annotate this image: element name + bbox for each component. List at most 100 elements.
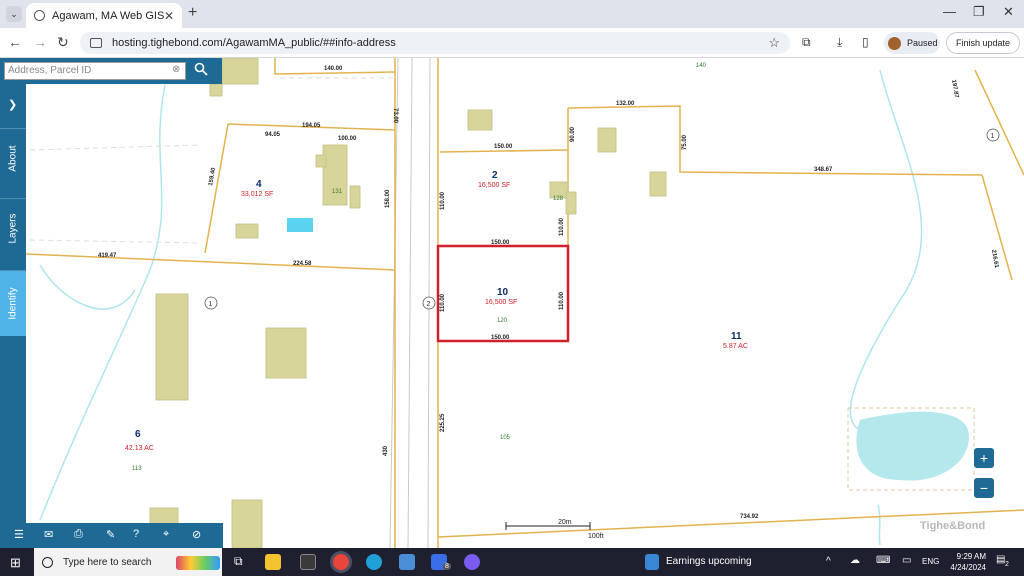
forward-icon[interactable]: → — [33, 34, 47, 50]
file-explorer-icon[interactable] — [265, 554, 281, 570]
url-field[interactable]: hosting.tighebond.com/AgawamMA_public/##… — [80, 32, 790, 54]
dimension-label: 194.05 — [302, 123, 321, 129]
close-icon[interactable]: ✕ — [164, 9, 174, 23]
route-number: 2 — [427, 301, 431, 308]
map-toolbar: ☰ ✉ ⎙ ✎ ? ⌖ ⊘ — [0, 523, 223, 548]
parcel-id[interactable]: 10 — [497, 287, 509, 298]
route-number: 1 — [209, 301, 213, 308]
profile-button[interactable]: Paused — [884, 32, 940, 54]
parcel-id[interactable]: 2 — [492, 170, 498, 181]
calculator-icon[interactable] — [399, 554, 415, 570]
road-edge — [389, 58, 399, 548]
print-icon[interactable]: ⎙ — [74, 528, 83, 541]
svg-text:100ft: 100ft — [588, 533, 604, 540]
new-tab-button[interactable]: + — [188, 4, 197, 22]
list-icon[interactable]: ☰ — [14, 528, 24, 541]
dimension-label: 419.47 — [98, 253, 117, 259]
dimension-label: 140.00 — [324, 66, 343, 72]
chrome-icon[interactable] — [333, 554, 349, 570]
watermark: Tighe&Bond — [920, 520, 985, 532]
tab-identify[interactable]: Identify — [0, 270, 26, 336]
edge-icon[interactable] — [366, 554, 382, 570]
taskbar-search-text: Type here to search — [63, 556, 152, 568]
gis-sidebar: ❯ About Layers Identify — [0, 58, 26, 523]
house-number: 128 — [553, 196, 564, 202]
tab-search-button[interactable]: ⌄ — [6, 6, 22, 22]
display-icon[interactable]: ▭ — [902, 555, 911, 566]
task-view-icon[interactable]: ⧉ — [234, 554, 243, 569]
tab-about[interactable]: About — [0, 128, 26, 188]
search-icon[interactable] — [194, 62, 208, 76]
dimension-label: 224.58 — [293, 261, 312, 267]
browser-tab-strip: ⌄ Agawam, MA Web GIS ✕ + — ❐ ✕ — [0, 0, 1024, 28]
app-icon[interactable] — [464, 554, 480, 570]
dimension-label: 132.00 — [616, 101, 635, 107]
parcel-area: 16,500 SF — [478, 182, 510, 189]
route-number: 1 — [991, 133, 995, 140]
bookmark-star-icon[interactable]: ☆ — [768, 35, 780, 51]
clear-search-icon[interactable]: ⊗ — [172, 64, 180, 75]
browser-tab[interactable]: Agawam, MA Web GIS ✕ — [26, 3, 182, 28]
search-icon — [42, 556, 53, 568]
pin-icon[interactable]: ⌖ — [163, 528, 169, 541]
back-icon[interactable]: ← — [8, 34, 22, 50]
maximize-icon[interactable]: ❐ — [973, 4, 985, 20]
parcel-area: 16,500 SF — [485, 299, 517, 306]
mail-icon[interactable]: ✉ — [44, 528, 53, 541]
zoom-out-button[interactable]: − — [973, 477, 995, 499]
search-input[interactable]: Address, Parcel ID — [4, 62, 186, 80]
zoom-in-button[interactable]: + — [973, 447, 995, 469]
keyboard-icon[interactable]: ⌨ — [876, 555, 890, 566]
windows-taskbar: ⊞ Type here to search ⧉ 8 Earnings upcom… — [0, 548, 1024, 576]
mail-badge: 8 — [443, 563, 451, 570]
books-icon[interactable] — [176, 556, 220, 570]
finish-update-button[interactable]: Finish update — [946, 32, 1020, 54]
pool — [287, 218, 313, 232]
sidepanel-icon[interactable]: ▯ — [862, 35, 869, 49]
stream-east — [849, 69, 923, 431]
dimension-label: 75.00 — [682, 134, 688, 150]
draw-pen-icon[interactable]: ✎ — [106, 528, 115, 541]
clear-icon[interactable]: ⊘ — [192, 528, 201, 541]
building[interactable] — [322, 144, 348, 206]
house-number: 113 — [132, 466, 142, 472]
minimize-icon[interactable]: — — [943, 4, 956, 19]
building[interactable] — [155, 293, 189, 401]
dimension-label: 94.05 — [265, 132, 281, 138]
language-indicator[interactable]: ENG — [922, 557, 939, 566]
avatar — [888, 36, 901, 50]
clock[interactable]: 9:29 AM 4/24/2024 — [946, 551, 986, 573]
parcel-id[interactable]: 4 — [256, 179, 262, 190]
tray-chevron-icon[interactable]: ^ — [826, 556, 831, 567]
app-icon[interactable] — [300, 554, 316, 570]
stream-branch — [39, 264, 136, 310]
house-number: 105 — [500, 435, 511, 441]
close-window-icon[interactable]: ✕ — [1003, 4, 1014, 20]
network-icon[interactable]: ☁ — [850, 555, 860, 566]
tab-title: Agawam, MA Web GIS — [52, 9, 165, 22]
reload-icon[interactable]: ↻ — [57, 34, 69, 51]
earnings-widget[interactable]: Earnings upcoming — [666, 556, 752, 567]
building[interactable] — [265, 327, 307, 379]
windows-start-icon[interactable]: ⊞ — [10, 555, 21, 571]
map-canvas[interactable]: 140.00 73.00 194.05 94.05 100.00 159.40 … — [26, 58, 1024, 548]
extensions-icon[interactable]: ⧉ — [802, 35, 811, 50]
dimension-label: 150.00 — [491, 335, 510, 341]
globe-icon — [34, 10, 45, 21]
stream-west — [39, 84, 166, 521]
dimension-label: 100.00 — [338, 136, 357, 142]
expand-chevron-icon[interactable]: ❯ — [8, 98, 17, 111]
parcel-area: 33,012 SF — [241, 191, 273, 198]
pond — [856, 411, 969, 481]
dimension-label: 158.00 — [385, 189, 391, 208]
clock-date: 4/24/2024 — [950, 563, 986, 572]
parcel-id[interactable]: 11 — [731, 331, 742, 342]
profile-status: Paused — [907, 38, 938, 48]
site-info-icon[interactable] — [90, 38, 102, 48]
download-icon[interactable]: ⤓ — [837, 35, 842, 50]
help-icon[interactable]: ? — [133, 528, 139, 540]
parcel-id[interactable]: 6 — [135, 429, 141, 440]
tab-layers[interactable]: Layers — [0, 198, 26, 258]
building[interactable] — [221, 58, 259, 85]
stocks-icon[interactable] — [645, 554, 659, 570]
